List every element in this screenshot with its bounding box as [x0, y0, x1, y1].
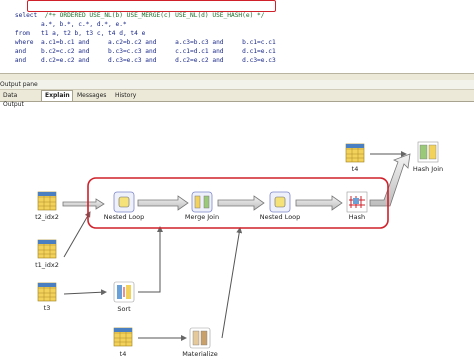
node-label-t2: t2_idx2 — [35, 213, 59, 221]
node-label-t3: t3 — [43, 304, 51, 312]
node-label-t4-top: t4 — [351, 165, 359, 173]
node-label-hash-join: Hash Join — [412, 165, 444, 173]
node-label-nested-loop-1: Nested Loop — [103, 213, 145, 221]
node-label-sort: Sort — [117, 305, 131, 313]
sql-line-4: where a.c1=b.c1 and a.c2=b.c2 and a.c3=b… — [14, 39, 276, 46]
sql-line-1: select /*+ ORDERED USE_NL(b) USE_MERGE(c… — [14, 12, 265, 19]
edge-t2-to-nl1 — [62, 198, 105, 210]
tab-data-output[interactable]: Data Output — [0, 91, 41, 108]
sql-line-6: and d.c2=e.c2 and d.c3=e.c3 and d.c2=e.c… — [14, 57, 276, 64]
node-label-merge-join: Merge Join — [184, 213, 220, 221]
node-label-nested-loop-2: Nested Loop — [259, 213, 301, 221]
node-label-t4-bottom: t4 — [119, 350, 127, 358]
table-icon-t4-top — [345, 143, 365, 163]
tab-history[interactable]: History — [112, 91, 142, 100]
sql-editor[interactable]: select /*+ ORDERED USE_NL(b) USE_MERGE(c… — [0, 0, 474, 72]
nested-loop-icon-1 — [113, 191, 135, 213]
sql-line-2: a.*, b.*, c.*, d.*, e.* — [14, 21, 127, 28]
node-label-t1: t1_idx2 — [35, 261, 59, 269]
table-icon-t4-bottom — [113, 327, 133, 347]
edge-t3-to-sort — [63, 289, 107, 296]
explain-plan-canvas: t2_idx2 t1_idx2 t3 t4 Nested Loop Merge … — [0, 102, 474, 364]
node-label-hash: Hash — [348, 213, 366, 221]
table-icon-t1 — [37, 239, 57, 259]
hash-join-icon — [417, 141, 439, 163]
edge-merge-to-nl2 — [217, 195, 265, 211]
tab-explain[interactable]: Explain — [41, 90, 73, 101]
nested-loop-icon-2 — [269, 191, 291, 213]
table-icon-t2 — [37, 191, 57, 211]
tab-messages[interactable]: Messages — [74, 91, 111, 100]
sql-line-5: and b.c2=c.c2 and b.c3=c.c3 and c.c1=d.c… — [14, 48, 276, 55]
edge-hash-to-hashjoin — [369, 153, 411, 207]
plan-graph — [37, 141, 439, 349]
sql-line-3: from t1 a, t2 b, t3 c, t4 d, t4 e — [14, 30, 146, 37]
output-tab-bar: Data Output Explain Messages History — [0, 90, 474, 108]
edge-nl2-to-hash — [295, 195, 343, 211]
node-label-materialize: Materialize — [182, 350, 218, 358]
merge-join-icon — [191, 191, 213, 213]
hash-icon — [346, 191, 368, 213]
output-pane-title: Output pane — [0, 80, 474, 90]
sort-icon — [113, 281, 135, 303]
edge-materialize-to-nl2 — [221, 227, 243, 339]
table-icon-t3 — [37, 282, 57, 302]
materialize-icon — [189, 327, 211, 349]
edge-nl1-to-merge — [137, 195, 189, 211]
edge-sort-to-merge — [138, 226, 163, 293]
